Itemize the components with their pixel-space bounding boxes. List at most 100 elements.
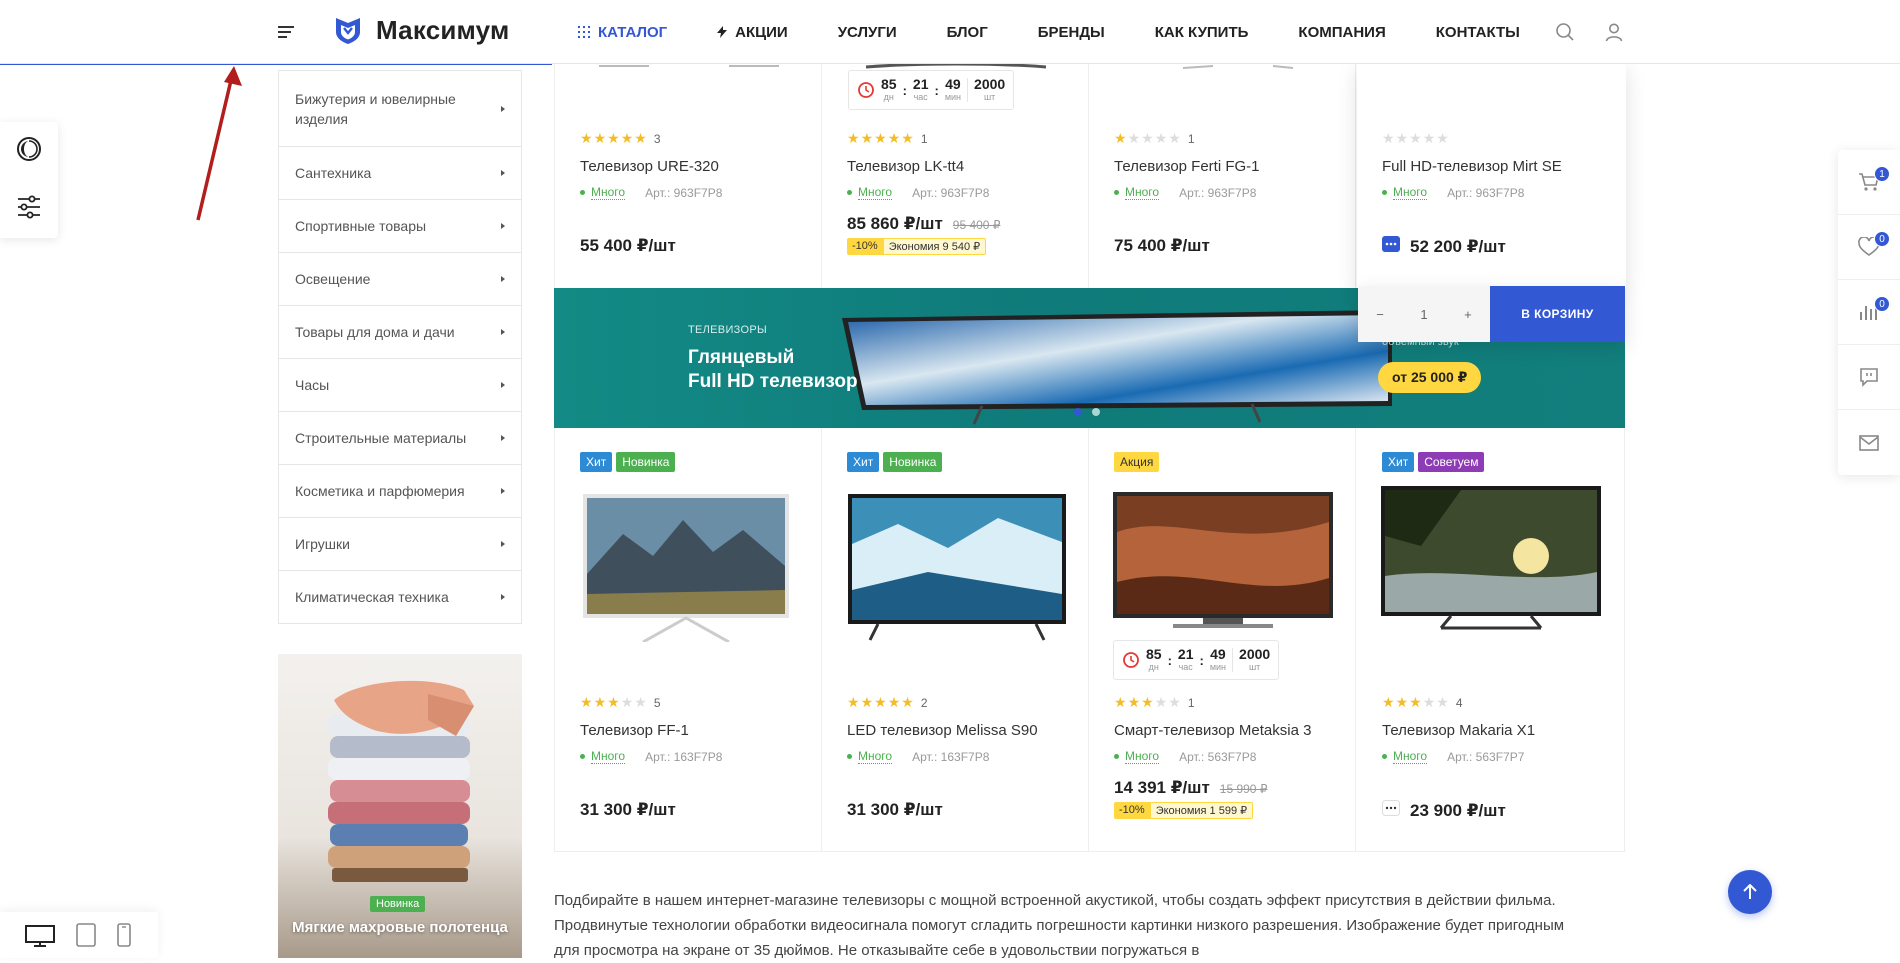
review-count: 2	[920, 695, 928, 710]
review-count: 1	[1187, 131, 1195, 146]
caret-right-icon	[501, 488, 505, 494]
more-options-icon[interactable]	[1382, 800, 1400, 816]
settings-sliders-icon[interactable]	[16, 194, 42, 220]
nav-catalog[interactable]: Каталог	[578, 24, 667, 41]
star-filled-icon: ★	[580, 694, 594, 710]
product-name[interactable]: Телевизор URE-320	[580, 158, 719, 175]
star-filled-icon: ★	[860, 130, 875, 146]
star-filled-icon: ★	[860, 694, 875, 710]
product-card[interactable]: 85 дн:21 час:49 мин 2000 шт ★ ★ ★ ★ ★ 1 Телевизор …	[822, 64, 1089, 288]
stock-level: Много	[591, 185, 626, 200]
qty-value[interactable]: 1	[1420, 307, 1427, 322]
star-filled-icon: ★	[607, 130, 621, 146]
mobile-icon[interactable]	[116, 922, 132, 948]
favorites-widget[interactable]: 0	[1838, 215, 1900, 280]
theme-toggle-icon[interactable]	[16, 136, 42, 162]
stock-status: Много Арт.: 563F7P7	[1382, 749, 1524, 764]
promo-banner[interactable]: Новинка Мягкие махровые полотенца	[278, 654, 522, 958]
nav-brands[interactable]: Бренды	[1038, 24, 1105, 41]
product-tags: Хит Новинка	[847, 452, 943, 472]
nav-contacts[interactable]: Контакты	[1436, 24, 1520, 41]
countdown-timer: 85 дн:21 час:49 мин 2000 шт	[1113, 640, 1280, 680]
compare-widget[interactable]: 0	[1838, 280, 1900, 345]
category-item[interactable]: Часы	[279, 358, 521, 411]
slider-dot[interactable]	[1092, 408, 1100, 416]
menu-burger-icon[interactable]	[278, 26, 294, 38]
cart-widget[interactable]: 1	[1838, 150, 1900, 215]
product-tags: Хит Новинка	[580, 452, 676, 472]
category-label: Часы	[295, 377, 330, 393]
category-item[interactable]: Освещение	[279, 252, 521, 305]
caret-right-icon	[501, 541, 505, 547]
nav-services[interactable]: Услуги	[838, 24, 897, 41]
category-item[interactable]: Строительные материалы	[279, 411, 521, 464]
product-name[interactable]: Телевизор Ferti FG-1	[1114, 158, 1260, 175]
nav-blog[interactable]: Блог	[947, 24, 988, 41]
category-item[interactable]: Бижутерия и ювелирные изделия	[279, 70, 521, 146]
rating-stars: ★ ★ ★ ★ ★ 4	[1382, 694, 1463, 711]
product-card[interactable]: Хит Новинка ★ ★ ★ ★ ★ 2 LED телевизор Melissa …	[822, 428, 1089, 852]
current-price: 52 200 ₽/шт	[1410, 237, 1506, 256]
category-item[interactable]: Спортивные товары	[279, 199, 521, 252]
annotation-arrow-icon	[196, 66, 242, 221]
nav-sales[interactable]: Акции	[717, 24, 788, 41]
current-price: 31 300 ₽/шт	[847, 800, 943, 819]
banner-price-tag[interactable]: от 25 000 ₽	[1378, 362, 1482, 393]
star-empty-icon: ★	[1154, 130, 1169, 146]
economy-amount: Экономия 1 599 ₽	[1149, 802, 1254, 819]
nav-label: Компания	[1298, 23, 1386, 41]
nav-label: Каталог	[598, 23, 668, 41]
product-card[interactable]: Хит Советуем ★ ★ ★ ★ ★ 4 Телевизор Makaria X1 …	[1357, 428, 1624, 852]
category-item[interactable]: Косметика и парфюмерия	[279, 464, 521, 517]
nav-company[interactable]: Компания	[1298, 24, 1385, 41]
product-image	[1113, 492, 1333, 628]
category-item[interactable]: Игрушки	[279, 517, 521, 570]
product-card-hovered[interactable]: ★ ★ ★ ★ ★ Full HD-телевизор Mirt SE Много Арт…	[1357, 64, 1626, 288]
feedback-widget[interactable]	[1838, 345, 1900, 410]
product-name[interactable]: Телевизор Makaria X1	[1382, 722, 1535, 739]
qty-plus-button[interactable]: +	[1464, 307, 1472, 322]
stock-level: Много	[1393, 749, 1428, 764]
star-filled-icon: ★	[847, 694, 861, 710]
star-filled-icon: ★	[901, 130, 915, 146]
logo[interactable]: Максимум	[332, 14, 509, 46]
product-name[interactable]: Телевизор FF-1	[580, 722, 689, 739]
category-item[interactable]: Климатическая техника	[279, 570, 521, 623]
nav-label: Бренды	[1037, 23, 1105, 41]
old-price: 15 990 ₽	[1219, 782, 1268, 796]
clock-icon	[858, 82, 874, 98]
product-card[interactable]: ★ ★ ★ ★ ★ 1 Телевизор Ferti FG-1 Много Арт.: 9…	[1089, 64, 1356, 288]
star-empty-icon: ★	[1382, 130, 1396, 146]
product-card[interactable]: ★ ★ ★ ★ ★ 3 Телевизор URE-320 Много Арт.: 963F…	[555, 64, 822, 288]
nav-label: Услуги	[837, 23, 897, 41]
category-item[interactable]: Товары для дома и дачи	[279, 305, 521, 358]
star-filled-icon: ★	[901, 694, 915, 710]
add-to-cart-button[interactable]: В корзину	[1490, 286, 1625, 342]
desktop-icon[interactable]	[24, 924, 56, 948]
scroll-to-top-button[interactable]	[1728, 870, 1772, 914]
product-name[interactable]: Смарт-телевизор Metaksia 3	[1114, 722, 1311, 739]
product-card[interactable]: Хит Новинка ★ ★ ★ ★ ★ 5 Телевизор FF-1 Много Ар…	[555, 428, 822, 852]
category-menu: Бижутерия и ювелирные изделия Сантехника…	[278, 70, 522, 624]
mail-widget[interactable]	[1838, 410, 1900, 475]
product-name[interactable]: LED телевизор Melissa S90	[847, 722, 1038, 739]
nav-label: Контакты	[1435, 23, 1520, 41]
search-icon[interactable]	[1555, 22, 1575, 42]
qty-minus-button[interactable]: −	[1376, 307, 1384, 322]
user-icon[interactable]	[1604, 22, 1624, 42]
current-price: 55 400 ₽/шт	[580, 236, 676, 255]
more-options-icon[interactable]	[1382, 236, 1400, 252]
product-name[interactable]: Full HD-телевизор Mirt SE	[1382, 158, 1562, 175]
discount-info: -10% Экономия 1 599 ₽	[1114, 802, 1254, 819]
article-number: Арт.: 963F7P8	[645, 185, 723, 200]
slider-dot-active[interactable]	[1074, 408, 1082, 416]
tablet-icon[interactable]	[75, 922, 97, 948]
product-tags: Акция	[1114, 452, 1160, 472]
product-name[interactable]: Телевизор LK-tt4	[847, 158, 964, 175]
category-item[interactable]: Сантехника	[279, 146, 521, 199]
stock-status: Много Арт.: 963F7P8	[1382, 185, 1524, 200]
nav-how-to-buy[interactable]: Как купить	[1155, 24, 1249, 41]
main-nav: Каталог Акции Услуги Блог Бренды Как куп…	[578, 0, 1570, 64]
price: 23 900 ₽/шт	[1382, 800, 1506, 821]
product-card[interactable]: Акция 85 дн:21 час:49 мин 2000 шт ★ ★ ★ ★ ★ 1 Смар…	[1089, 428, 1356, 852]
